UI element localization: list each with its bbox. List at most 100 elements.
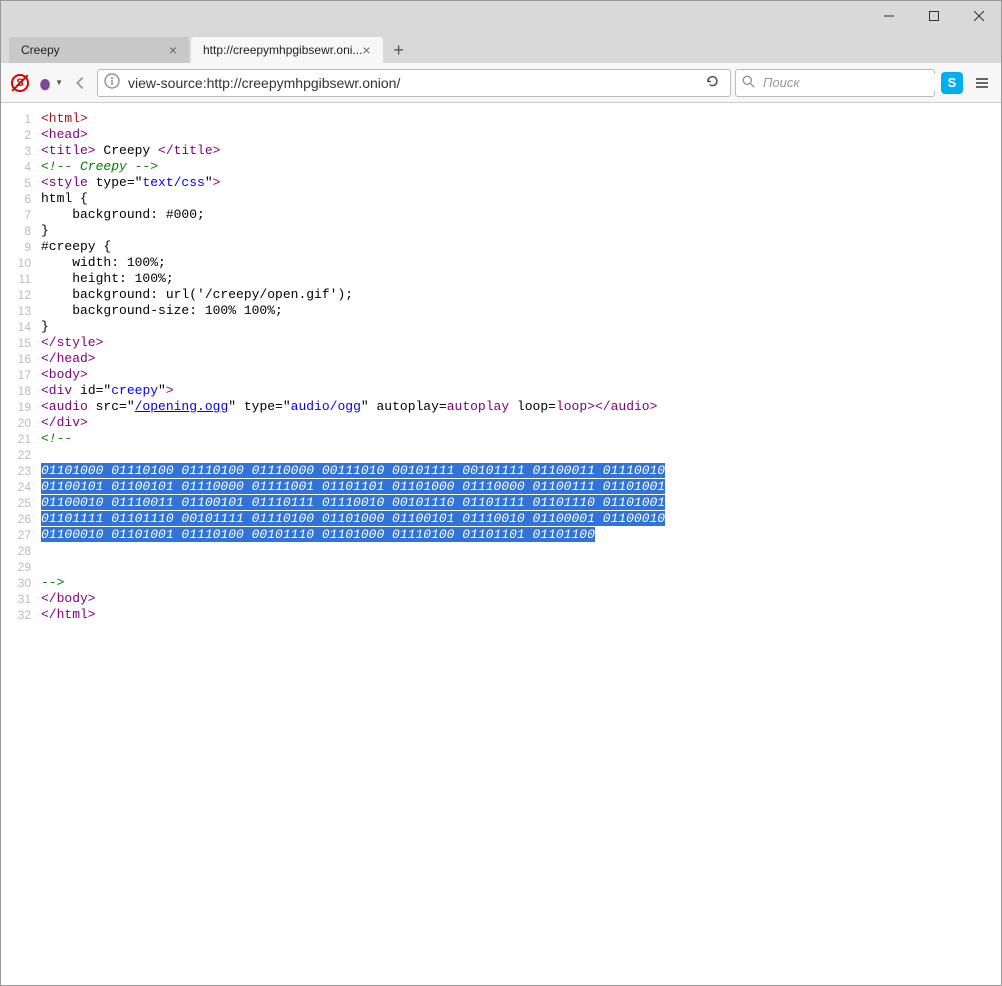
source-code[interactable]: background: #000; xyxy=(41,207,991,223)
skype-extension-icon[interactable]: S xyxy=(939,70,965,96)
source-code[interactable]: 01100101 01100101 01110000 01111001 0110… xyxy=(41,479,991,495)
line-number: 13 xyxy=(11,303,41,319)
search-bar[interactable] xyxy=(735,69,935,97)
source-code[interactable]: 01101111 01101110 00101111 01110100 0110… xyxy=(41,511,991,527)
source-line: 17<body> xyxy=(11,367,991,383)
source-code[interactable]: </body> xyxy=(41,591,991,607)
line-number: 21 xyxy=(11,431,41,447)
source-line: 4<!-- Creepy --> xyxy=(11,159,991,175)
source-code[interactable]: } xyxy=(41,319,991,335)
line-number: 16 xyxy=(11,351,41,367)
reload-button[interactable] xyxy=(701,74,724,92)
line-number: 4 xyxy=(11,159,41,175)
url-bar[interactable] xyxy=(97,69,731,97)
window-maximize-button[interactable] xyxy=(911,1,956,31)
window-close-button[interactable] xyxy=(956,1,1001,31)
line-number: 22 xyxy=(11,447,41,463)
source-line: 13 background-size: 100% 100%; xyxy=(11,303,991,319)
line-number: 10 xyxy=(11,255,41,271)
back-button[interactable] xyxy=(67,70,93,96)
source-code[interactable] xyxy=(41,447,991,463)
source-line: 7 background: #000; xyxy=(11,207,991,223)
source-line: 15</style> xyxy=(11,335,991,351)
source-code[interactable]: width: 100%; xyxy=(41,255,991,271)
tab-creepy[interactable]: Creepy × xyxy=(9,37,189,63)
source-line: 2501100010 01110011 01100101 01110111 01… xyxy=(11,495,991,511)
tor-onion-icon[interactable]: ▼ xyxy=(37,70,63,96)
source-code[interactable]: background-size: 100% 100%; xyxy=(41,303,991,319)
source-code[interactable]: <title> Creepy </title> xyxy=(41,143,991,159)
line-number: 31 xyxy=(11,591,41,607)
source-code[interactable] xyxy=(41,559,991,575)
line-number: 19 xyxy=(11,399,41,415)
source-code[interactable]: --> xyxy=(41,575,991,591)
info-icon[interactable] xyxy=(104,73,120,92)
new-tab-button[interactable]: + xyxy=(385,37,413,63)
source-line: 20</div> xyxy=(11,415,991,431)
source-line: 21<!-- xyxy=(11,431,991,447)
source-code[interactable]: <style type="text/css"> xyxy=(41,175,991,191)
source-code[interactable]: <head> xyxy=(41,127,991,143)
source-line: 30--> xyxy=(11,575,991,591)
source-code[interactable]: <body> xyxy=(41,367,991,383)
source-code[interactable]: 01100010 01101001 01110100 00101110 0110… xyxy=(41,527,991,543)
line-number: 14 xyxy=(11,319,41,335)
source-line: 10 width: 100%; xyxy=(11,255,991,271)
source-view[interactable]: 1<html>2<head>3<title> Creepy </title>4<… xyxy=(1,103,1001,985)
source-code[interactable] xyxy=(41,543,991,559)
source-line: 28 xyxy=(11,543,991,559)
source-line: 14} xyxy=(11,319,991,335)
source-line: 22 xyxy=(11,447,991,463)
source-line: 2<head> xyxy=(11,127,991,143)
source-line: 31</body> xyxy=(11,591,991,607)
source-code[interactable]: </style> xyxy=(41,335,991,351)
source-line: 6html { xyxy=(11,191,991,207)
source-code[interactable]: <audio src="/opening.ogg" type="audio/og… xyxy=(41,399,991,415)
search-icon xyxy=(742,75,755,91)
tab-label: http://creepymhpgibsewr.oni... xyxy=(203,43,362,57)
source-code[interactable]: height: 100%; xyxy=(41,271,991,287)
window-minimize-button[interactable] xyxy=(866,1,911,31)
source-line: 2701100010 01101001 01110100 00101110 01… xyxy=(11,527,991,543)
window-controls xyxy=(866,1,1001,31)
tab-close-icon[interactable]: × xyxy=(169,43,177,57)
line-number: 2 xyxy=(11,127,41,143)
url-input[interactable] xyxy=(126,74,695,92)
line-number: 5 xyxy=(11,175,41,191)
hamburger-menu-button[interactable] xyxy=(969,70,995,96)
source-code[interactable]: background: url('/creepy/open.gif'); xyxy=(41,287,991,303)
line-number: 24 xyxy=(11,479,41,495)
source-code[interactable]: html { xyxy=(41,191,991,207)
line-number: 29 xyxy=(11,559,41,575)
source-code[interactable]: </html> xyxy=(41,607,991,623)
source-line: 2401100101 01100101 01110000 01111001 01… xyxy=(11,479,991,495)
line-number: 27 xyxy=(11,527,41,543)
tab-viewsource[interactable]: http://creepymhpgibsewr.oni... × xyxy=(191,37,383,63)
source-code[interactable]: 01101000 01110100 01110100 01110000 0011… xyxy=(41,463,991,479)
line-number: 6 xyxy=(11,191,41,207)
source-code[interactable]: #creepy { xyxy=(41,239,991,255)
line-number: 25 xyxy=(11,495,41,511)
line-number: 32 xyxy=(11,607,41,623)
source-code[interactable]: </head> xyxy=(41,351,991,367)
search-input[interactable] xyxy=(761,74,943,91)
tab-label: Creepy xyxy=(21,43,60,57)
source-code[interactable]: <div id="creepy"> xyxy=(41,383,991,399)
toolbar: S ▼ S xyxy=(1,63,1001,103)
line-number: 8 xyxy=(11,223,41,239)
source-code[interactable]: <!-- Creepy --> xyxy=(41,159,991,175)
source-code[interactable]: </div> xyxy=(41,415,991,431)
line-number: 28 xyxy=(11,543,41,559)
line-number: 12 xyxy=(11,287,41,303)
source-code[interactable]: <!-- xyxy=(41,431,991,447)
tab-close-icon[interactable]: × xyxy=(362,43,370,57)
source-line: 18<div id="creepy"> xyxy=(11,383,991,399)
source-line: 2301101000 01110100 01110100 01110000 00… xyxy=(11,463,991,479)
noscript-icon[interactable]: S xyxy=(7,70,33,96)
source-code[interactable]: 01100010 01110011 01100101 01110111 0111… xyxy=(41,495,991,511)
source-code[interactable]: } xyxy=(41,223,991,239)
line-number: 7 xyxy=(11,207,41,223)
source-code[interactable]: <html> xyxy=(41,111,991,127)
source-line: 16</head> xyxy=(11,351,991,367)
source-line: 12 background: url('/creepy/open.gif'); xyxy=(11,287,991,303)
